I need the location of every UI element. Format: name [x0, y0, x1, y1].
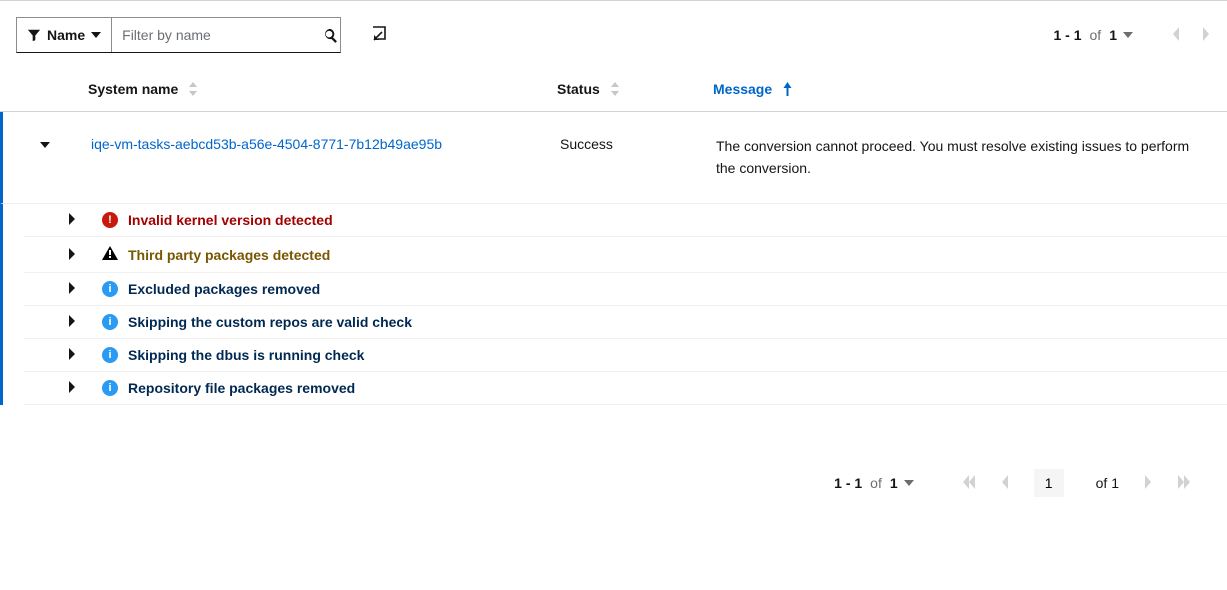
- info-icon: i: [102, 380, 118, 396]
- pagination-range: 1 - 1: [1054, 27, 1082, 43]
- double-chevron-right-icon: [1177, 475, 1191, 489]
- issue-row: i Excluded packages removed: [24, 273, 1227, 306]
- system-link[interactable]: iqe-vm-tasks-aebcd53b-a56e-4504-8771-7b1…: [91, 136, 442, 152]
- pagination-bottom: 1 - 1 of 1 of 1: [0, 445, 1227, 521]
- chevron-left-icon: [1171, 27, 1181, 41]
- export-button[interactable]: [371, 25, 389, 46]
- chevron-right-icon: [67, 282, 77, 294]
- issue-row: Third party packages detected: [24, 237, 1227, 273]
- next-page-button[interactable]: [1201, 27, 1211, 44]
- issue-title: Skipping the dbus is running check: [128, 347, 364, 363]
- issue-title: Repository file packages removed: [128, 380, 355, 396]
- sort-asc-icon: [782, 82, 793, 96]
- page-number-input[interactable]: [1034, 469, 1064, 497]
- last-page-button[interactable]: [1177, 475, 1191, 492]
- pagination-dropdown[interactable]: 1 - 1 of 1: [1054, 27, 1134, 43]
- warning-icon: [102, 245, 118, 264]
- issue-row: i Skipping the dbus is running check: [24, 339, 1227, 372]
- double-chevron-left-icon: [962, 475, 976, 489]
- table-row: iqe-vm-tasks-aebcd53b-a56e-4504-8771-7b1…: [0, 112, 1227, 204]
- chevron-right-icon: [67, 315, 77, 327]
- issue-title: Third party packages detected: [128, 247, 330, 263]
- row-toggle[interactable]: [39, 138, 51, 154]
- pagination-of-label: of: [870, 475, 882, 491]
- pagination-of-label: of: [1090, 27, 1102, 43]
- pagination-top: 1 - 1 of 1: [1054, 27, 1212, 44]
- status-text: Success: [560, 136, 613, 152]
- issue-toggle[interactable]: [67, 347, 77, 363]
- chevron-right-icon: [67, 213, 77, 225]
- error-icon: !: [102, 212, 118, 228]
- issue-row: i Repository file packages removed: [24, 372, 1227, 405]
- first-page-button[interactable]: [962, 475, 976, 492]
- sort-icon: [188, 82, 198, 96]
- column-header-system[interactable]: System name: [88, 81, 557, 97]
- issue-title: Excluded packages removed: [128, 281, 320, 297]
- chevron-right-icon: [67, 348, 77, 360]
- issue-row: i Skipping the custom repos are valid che…: [24, 306, 1227, 339]
- column-header-label: System name: [88, 81, 178, 97]
- issues-list: ! Invalid kernel version detected Third pa…: [0, 204, 1227, 405]
- column-header-label: Status: [557, 81, 600, 97]
- pagination-total: 1: [890, 475, 898, 491]
- column-header-status[interactable]: Status: [557, 81, 713, 97]
- chevron-down-icon: [39, 139, 51, 151]
- results-table: System name Status Message iqe-vm-tasks-…: [0, 69, 1227, 405]
- info-icon: i: [102, 347, 118, 363]
- page-of-label: of 1: [1096, 475, 1119, 491]
- issue-toggle[interactable]: [67, 247, 77, 263]
- issue-toggle[interactable]: [67, 281, 77, 297]
- issue-toggle[interactable]: [67, 314, 77, 330]
- export-icon: [371, 25, 389, 43]
- filter-attribute-dropdown[interactable]: Name: [17, 18, 112, 52]
- issue-title: Skipping the custom repos are valid chec…: [128, 314, 412, 330]
- issue-row: ! Invalid kernel version detected: [24, 204, 1227, 237]
- caret-down-icon: [1123, 30, 1133, 40]
- issue-title: Invalid kernel version detected: [128, 212, 333, 228]
- message-text: The conversion cannot proceed. You must …: [716, 138, 1189, 176]
- toolbar: Name 1 - 1 of 1: [0, 0, 1227, 69]
- chevron-right-icon: [1143, 475, 1153, 489]
- prev-page-button[interactable]: [1171, 27, 1181, 44]
- caret-down-icon: [904, 478, 914, 488]
- filter-input-wrap: [112, 18, 340, 52]
- pagination-dropdown[interactable]: 1 - 1 of 1: [834, 475, 914, 491]
- chevron-right-icon: [67, 381, 77, 393]
- pagination-total: 1: [1109, 27, 1117, 43]
- prev-page-button[interactable]: [1000, 475, 1010, 492]
- info-icon: i: [102, 314, 118, 330]
- chevron-right-icon: [67, 248, 77, 260]
- column-header-label: Message: [713, 81, 772, 97]
- sort-icon: [610, 82, 620, 96]
- table-header: System name Status Message: [0, 69, 1227, 112]
- search-icon: [323, 28, 338, 43]
- chevron-left-icon: [1000, 475, 1010, 489]
- issue-toggle[interactable]: [67, 212, 77, 228]
- filter-group: Name: [16, 17, 341, 53]
- filter-label: Name: [47, 27, 85, 43]
- next-page-button[interactable]: [1143, 475, 1153, 492]
- chevron-right-icon: [1201, 27, 1211, 41]
- info-icon: i: [102, 281, 118, 297]
- filter-icon: [27, 28, 41, 42]
- search-input[interactable]: [112, 27, 313, 43]
- caret-down-icon: [91, 30, 101, 40]
- column-header-message[interactable]: Message: [713, 81, 1227, 97]
- pagination-range: 1 - 1: [834, 475, 862, 491]
- search-button[interactable]: [313, 28, 348, 43]
- issue-toggle[interactable]: [67, 380, 77, 396]
